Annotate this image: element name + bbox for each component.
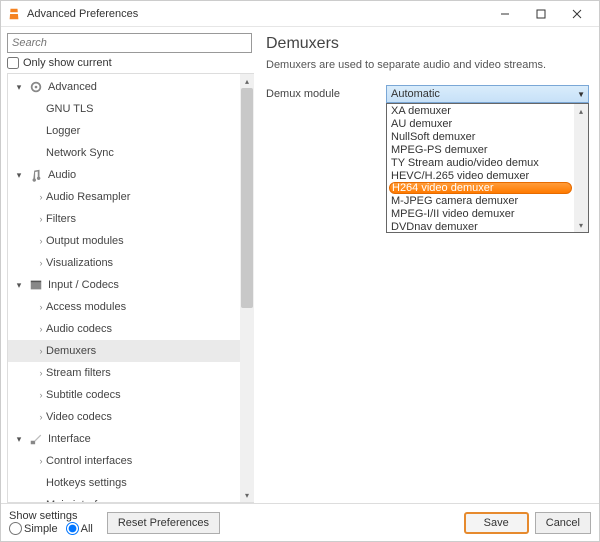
- minimize-button[interactable]: [487, 2, 523, 26]
- radio-simple[interactable]: Simple: [9, 522, 58, 535]
- tree-item-hotkeys-settings[interactable]: Hotkeys settings: [8, 472, 240, 494]
- app-icon: [7, 7, 21, 21]
- tree-item-video-codecs[interactable]: ›Video codecs: [8, 406, 240, 428]
- tree-node-input-codecs[interactable]: ▾ Input / Codecs: [8, 274, 240, 296]
- chevron-right-icon: ›: [36, 346, 46, 356]
- chevron-right-icon: ›: [36, 456, 46, 466]
- chevron-right-icon: ›: [36, 236, 46, 246]
- tree-item-control-interfaces[interactable]: ›Control interfaces: [8, 450, 240, 472]
- maximize-button[interactable]: [523, 2, 559, 26]
- settings-tree[interactable]: ▾ Advanced GNU TLS Logger Network Sync ▾…: [8, 74, 240, 502]
- chevron-right-icon: ›: [36, 214, 46, 224]
- dropdown-option[interactable]: DVDnav demuxer: [387, 220, 574, 233]
- dropdown-option[interactable]: AU demuxer: [387, 117, 574, 130]
- search-input[interactable]: [7, 33, 252, 53]
- footer: Show settings Simple All Reset Preferenc…: [1, 503, 599, 541]
- dropdown-scrollbar[interactable]: ▴ ▾: [574, 104, 588, 232]
- chevron-down-icon: ▾: [14, 170, 24, 181]
- tree-item-stream-filters[interactable]: ›Stream filters: [8, 362, 240, 384]
- demux-module-dropdown[interactable]: XA demuxer AU demuxer NullSoft demuxer M…: [386, 103, 589, 233]
- radio-all[interactable]: All: [66, 522, 93, 535]
- combobox-value: Automatic: [391, 88, 440, 100]
- tree-item-gnu-tls[interactable]: GNU TLS: [8, 98, 240, 120]
- dropdown-option[interactable]: M-JPEG camera demuxer: [387, 194, 574, 207]
- chevron-right-icon: ›: [36, 258, 46, 268]
- scroll-up-icon[interactable]: ▴: [574, 104, 588, 118]
- tree-item-audio-resampler[interactable]: ›Audio Resampler: [8, 186, 240, 208]
- tree-node-interface[interactable]: ▾ Interface: [8, 428, 240, 450]
- only-show-current-label: Only show current: [23, 57, 112, 69]
- tree-node-advanced[interactable]: ▾ Advanced: [8, 76, 240, 98]
- dropdown-option[interactable]: MPEG-I/II video demuxer: [387, 207, 574, 220]
- dropdown-option[interactable]: NullSoft demuxer: [387, 130, 574, 143]
- only-show-current-checkbox[interactable]: Only show current: [7, 57, 254, 69]
- tree-item-output-modules[interactable]: ›Output modules: [8, 230, 240, 252]
- tree-node-audio[interactable]: ▾ Audio: [8, 164, 240, 186]
- chevron-down-icon: ▼: [577, 90, 585, 99]
- chevron-down-icon: ▾: [14, 434, 24, 445]
- chevron-right-icon: ›: [36, 324, 46, 334]
- tree-scrollbar[interactable]: ▴ ▾: [240, 74, 254, 502]
- chevron-right-icon: ›: [36, 302, 46, 312]
- dropdown-option[interactable]: MPEG-PS demuxer: [387, 143, 574, 156]
- scroll-down-icon[interactable]: ▾: [240, 488, 254, 502]
- right-panel: Demuxers Demuxers are used to separate a…: [254, 27, 599, 503]
- chevron-right-icon: ›: [36, 390, 46, 400]
- clapper-icon: [28, 277, 44, 293]
- tree-item-demuxers[interactable]: ›Demuxers: [8, 340, 240, 362]
- chevron-right-icon: ›: [36, 412, 46, 422]
- reset-preferences-button[interactable]: Reset Preferences: [107, 512, 220, 534]
- chevron-right-icon: ›: [36, 192, 46, 202]
- tree-item-access-modules[interactable]: ›Access modules: [8, 296, 240, 318]
- scroll-thumb[interactable]: [241, 88, 253, 308]
- left-panel: Only show current ▾ Advanced GNU TLS Log…: [1, 27, 254, 503]
- save-button[interactable]: Save: [464, 512, 529, 534]
- brush-icon: [28, 431, 44, 447]
- preferences-window: Advanced Preferences Only show current ▾…: [0, 0, 600, 542]
- chevron-right-icon: ›: [36, 500, 46, 502]
- panel-description: Demuxers are used to separate audio and …: [266, 59, 589, 71]
- tree-item-logger[interactable]: Logger: [8, 120, 240, 142]
- music-note-icon: [28, 167, 44, 183]
- scroll-down-icon[interactable]: ▾: [574, 218, 588, 232]
- titlebar: Advanced Preferences: [1, 1, 599, 27]
- demux-module-label: Demux module: [266, 85, 376, 100]
- dropdown-option[interactable]: XA demuxer: [387, 104, 574, 117]
- show-settings-label: Show settings: [9, 510, 93, 522]
- tree-item-main-interfaces[interactable]: ›Main interfaces: [8, 494, 240, 502]
- dropdown-option-highlighted[interactable]: H264 video demuxer: [389, 182, 572, 194]
- only-show-current-input[interactable]: [7, 57, 19, 69]
- chevron-right-icon: ›: [36, 368, 46, 378]
- demux-module-combobox[interactable]: Automatic ▼: [386, 85, 589, 103]
- tree-item-network-sync[interactable]: Network Sync: [8, 142, 240, 164]
- tree-item-subtitle-codecs[interactable]: ›Subtitle codecs: [8, 384, 240, 406]
- panel-title: Demuxers: [266, 35, 589, 53]
- cancel-button[interactable]: Cancel: [535, 512, 591, 534]
- dropdown-option[interactable]: TY Stream audio/video demux: [387, 156, 574, 169]
- chevron-down-icon: ▾: [14, 82, 24, 93]
- tree-item-visualizations[interactable]: ›Visualizations: [8, 252, 240, 274]
- chevron-down-icon: ▾: [14, 280, 24, 291]
- window-title: Advanced Preferences: [27, 8, 487, 20]
- dropdown-option[interactable]: HEVC/H.265 video demuxer: [387, 169, 574, 182]
- gear-icon: [28, 79, 44, 95]
- scroll-track[interactable]: [574, 118, 588, 218]
- tree-item-audio-codecs[interactable]: ›Audio codecs: [8, 318, 240, 340]
- close-button[interactable]: [559, 2, 595, 26]
- scroll-track[interactable]: [240, 88, 254, 488]
- tree-item-filters[interactable]: ›Filters: [8, 208, 240, 230]
- scroll-up-icon[interactable]: ▴: [240, 74, 254, 88]
